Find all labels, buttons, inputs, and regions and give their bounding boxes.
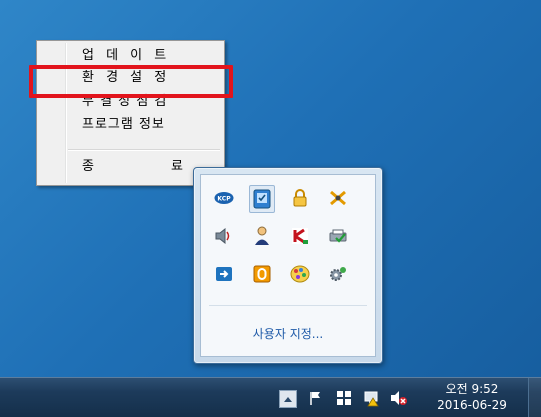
menu-item-label: 프로그램 정보 xyxy=(82,117,165,132)
clock-date: 2016-06-29 xyxy=(437,398,507,412)
clock-time: 오전 9:52 xyxy=(445,382,499,396)
action-center-flag-icon[interactable] xyxy=(307,389,325,407)
volume-muted-icon[interactable] xyxy=(390,389,408,407)
menu-item-label: 업 데 이 트 xyxy=(82,48,171,63)
menu-separator xyxy=(68,149,220,151)
flyout-panel: KCP 사용자 지정... xyxy=(200,174,376,357)
taskbar-clock[interactable]: 오전 9:52 2016-06-29 xyxy=(432,381,512,413)
orange-o-icon[interactable] xyxy=(251,263,273,285)
desktop: 업 데 이 트 환 경 설 정 무 결 성 점 검 프로그램 정보 종 료 KC… xyxy=(0,0,541,377)
taskbar: 오전 9:52 2016-06-29 xyxy=(0,377,541,417)
svg-text:KCP: KCP xyxy=(217,196,231,203)
kaspersky-icon[interactable] xyxy=(289,225,311,247)
menu-item-label-left: 종 xyxy=(82,159,94,174)
volume-icon[interactable] xyxy=(213,225,235,247)
security-shield-icon[interactable] xyxy=(249,185,275,213)
kcp-icon[interactable]: KCP xyxy=(213,187,235,209)
menu-item-label-right: 료 xyxy=(171,159,183,174)
highlight-annotation xyxy=(29,65,233,98)
flyout-separator xyxy=(209,305,367,306)
chevron-up-icon xyxy=(284,397,292,402)
show-hidden-icons-button[interactable] xyxy=(279,390,297,408)
palette-icon[interactable] xyxy=(289,263,311,285)
gear-network-icon[interactable] xyxy=(327,263,349,285)
customize-link[interactable]: 사용자 지정... xyxy=(201,325,375,342)
windows-grid-icon[interactable] xyxy=(335,389,353,407)
remote-arrow-icon[interactable] xyxy=(213,263,235,285)
menu-item-program-info[interactable]: 프로그램 정보 xyxy=(39,114,222,136)
menu-item-update[interactable]: 업 데 이 트 xyxy=(39,45,222,67)
show-desktop-button[interactable] xyxy=(528,378,541,417)
lock-icon[interactable] xyxy=(289,187,311,209)
network-warning-icon[interactable] xyxy=(363,389,381,407)
user-agent-icon[interactable] xyxy=(251,225,273,247)
printer-check-icon[interactable] xyxy=(327,225,349,247)
notification-overflow-flyout: KCP 사용자 지정... xyxy=(193,167,383,364)
tray-context-menu: 업 데 이 트 환 경 설 정 무 결 성 점 검 프로그램 정보 종 료 xyxy=(36,40,225,186)
network-x-icon[interactable] xyxy=(327,187,349,209)
